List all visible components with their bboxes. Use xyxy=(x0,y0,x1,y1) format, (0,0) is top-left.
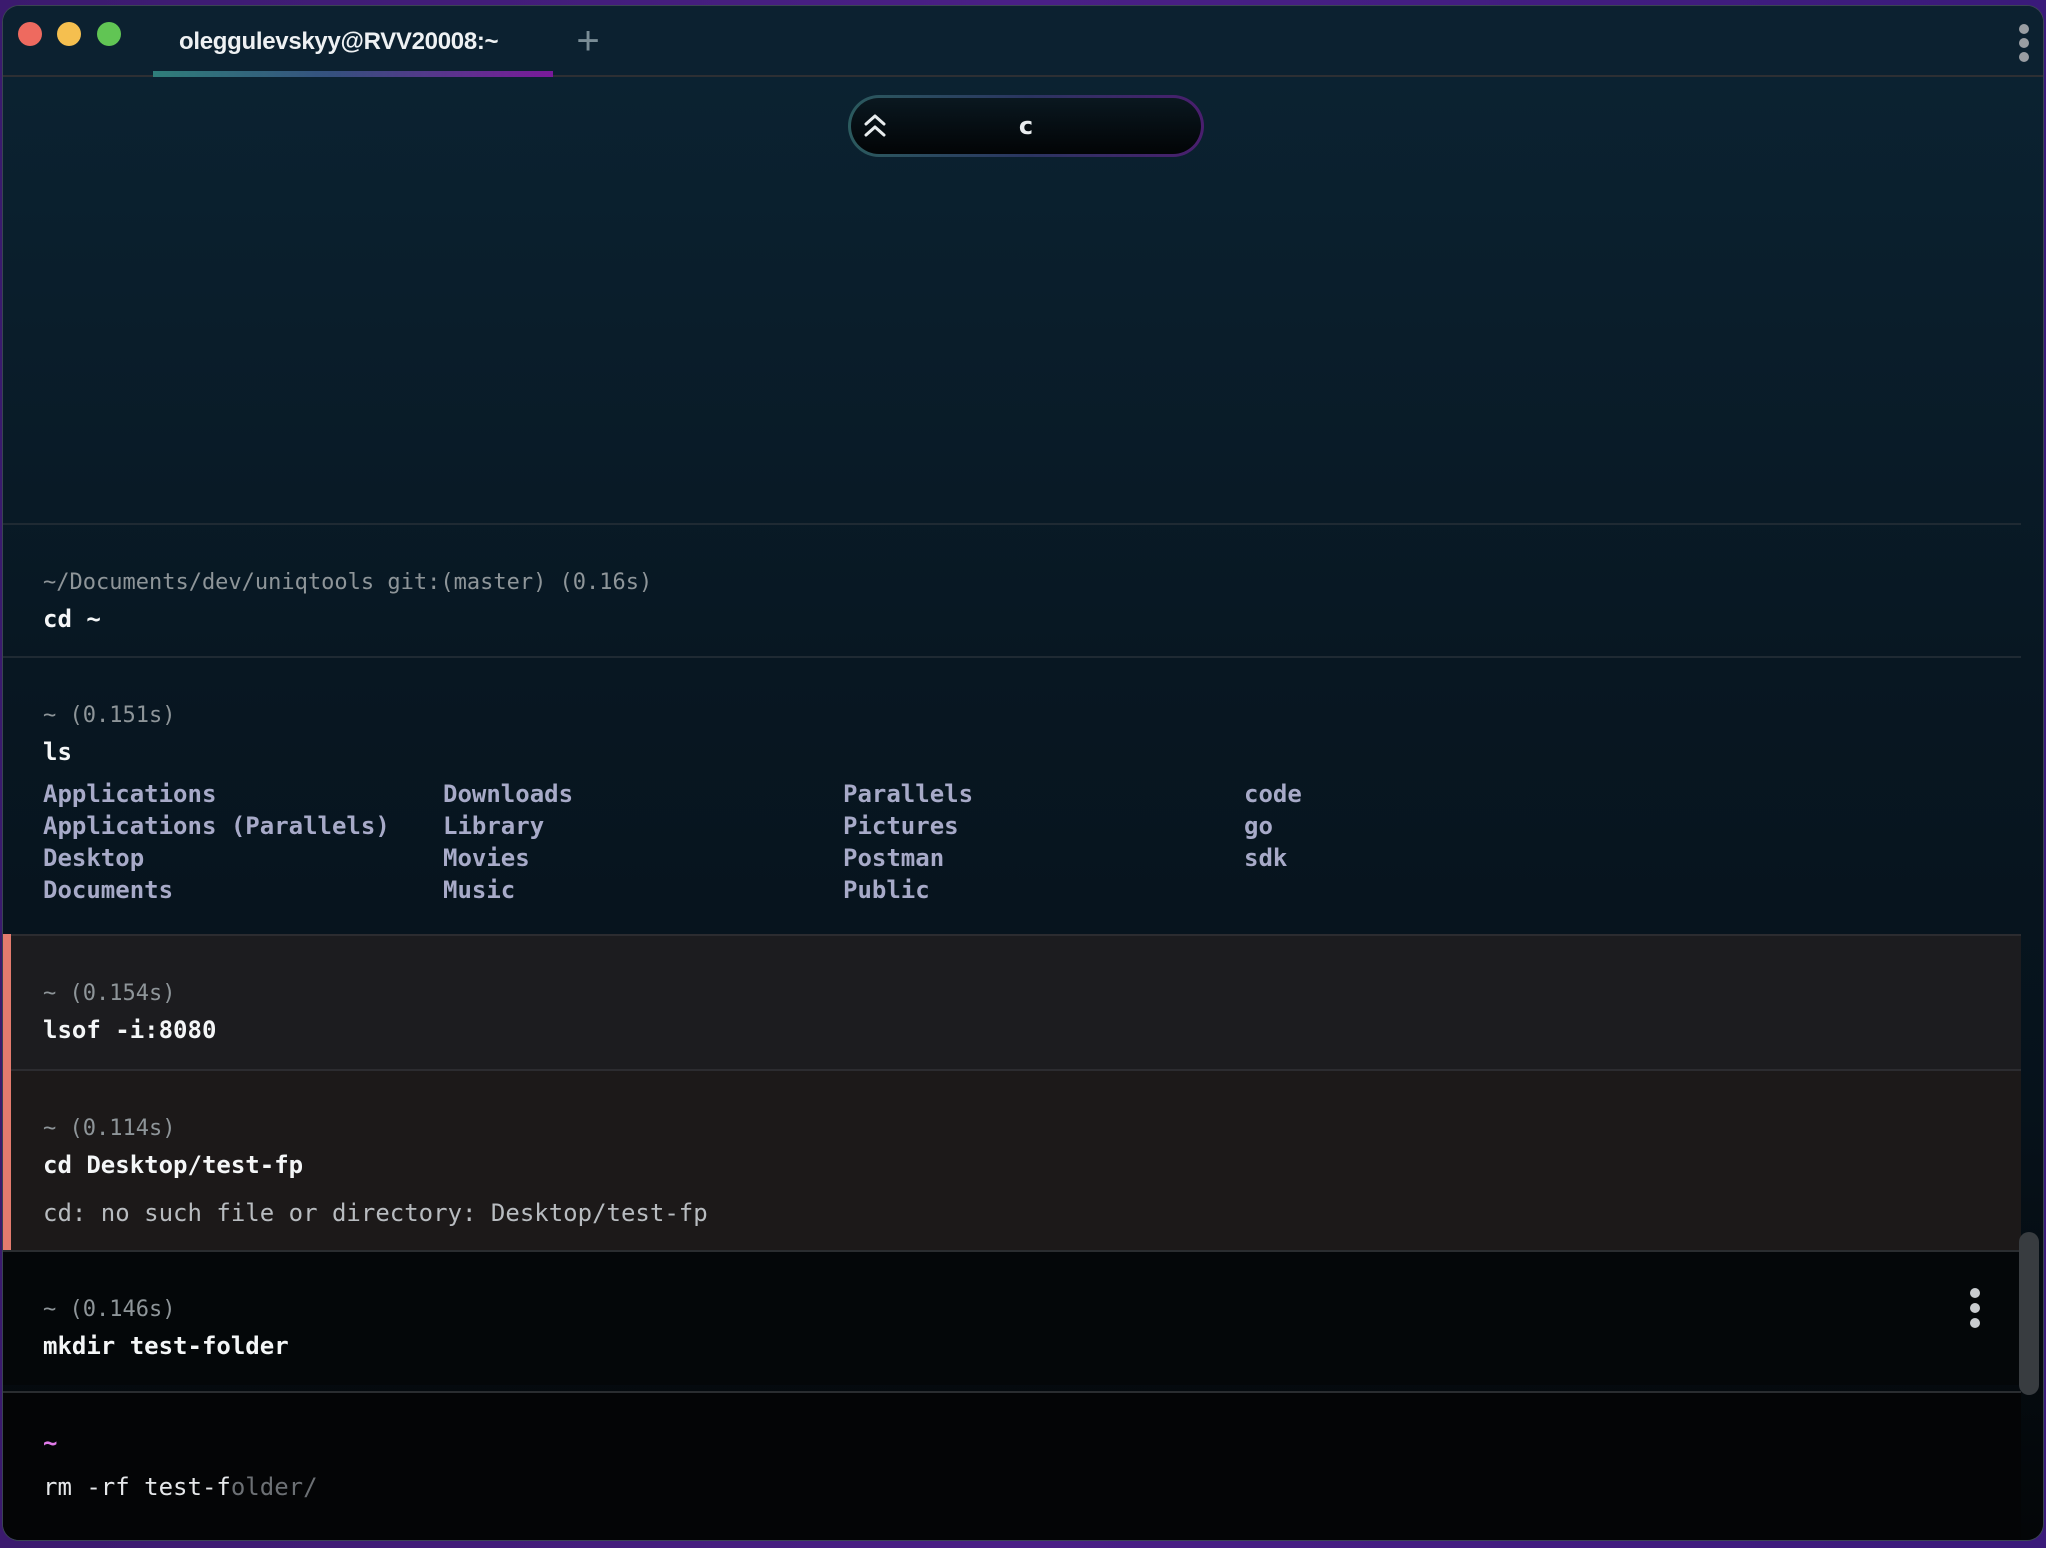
block-header: ~ (0.154s) xyxy=(43,981,176,1006)
tab-title: oleggulevskyy@RVV20008:~ xyxy=(179,28,499,55)
ls-column: Parallels Pictures Postman Public xyxy=(843,778,1244,906)
title-bar: oleggulevskyy@RVV20008:~ + xyxy=(3,6,2043,77)
block-command: lsof -i:8080 xyxy=(43,1016,217,1044)
sticky-command-text: c xyxy=(1018,112,1034,140)
zoom-window-button[interactable] xyxy=(97,22,121,46)
tab-active[interactable]: oleggulevskyy@RVV20008:~ xyxy=(153,6,553,77)
command-input[interactable]: ~ rm -rf test-folder/ xyxy=(3,1391,2021,1540)
ls-item: Parallels xyxy=(843,780,974,808)
ls-item: Applications (Parallels) xyxy=(43,812,390,840)
command-block-error[interactable]: ~ (0.114s) cd Desktop/test-fp cd: no suc… xyxy=(3,1069,2021,1250)
prompt-path: ~ xyxy=(43,1429,58,1457)
ls-item: Music xyxy=(443,876,516,904)
sticky-command-header[interactable]: c xyxy=(848,95,1204,157)
ls-output: Applications Applications (Parallels) De… xyxy=(43,778,2021,906)
block-header: ~ (0.151s) xyxy=(43,703,176,728)
ls-item: Applications xyxy=(43,780,217,808)
block-menu-button[interactable] xyxy=(1969,1288,1981,1333)
command-input-field[interactable]: rm -rf test-folder/ xyxy=(43,1473,318,1501)
minimize-window-button[interactable] xyxy=(57,22,81,46)
ls-item: Movies xyxy=(443,844,530,872)
block-header: ~ (0.146s) xyxy=(43,1297,176,1322)
command-blocks: ~/Documents/dev/uniqtools git:(master) (… xyxy=(3,523,2021,1385)
scrollbar-thumb[interactable] xyxy=(2019,1232,2039,1395)
plus-icon: + xyxy=(576,19,600,63)
kebab-menu-icon xyxy=(2017,24,2031,62)
command-block[interactable]: ~ (0.151s) ls Applications Applications … xyxy=(3,656,2021,934)
block-command: cd ~ xyxy=(43,605,101,633)
block-command: cd Desktop/test-fp xyxy=(43,1151,304,1179)
ls-column: Applications Applications (Parallels) De… xyxy=(43,778,443,906)
block-command: ls xyxy=(43,738,72,766)
new-tab-button[interactable]: + xyxy=(571,21,605,61)
block-header: ~/Documents/dev/uniqtools git:(master) (… xyxy=(43,570,653,595)
kebab-menu-icon xyxy=(1969,1288,1981,1328)
ls-column: Downloads Library Movies Music xyxy=(443,778,843,906)
ls-column: code go sdk xyxy=(1244,778,1544,906)
command-block[interactable]: ~ (0.146s) mkdir test-folder xyxy=(3,1250,2021,1385)
ls-item: Postman xyxy=(843,844,945,872)
terminal-content: c ~/Documents/dev/uniqtools git:(master)… xyxy=(3,77,2043,1540)
command-block[interactable]: ~/Documents/dev/uniqtools git:(master) (… xyxy=(3,523,2021,656)
ls-item: Public xyxy=(843,876,930,904)
typed-text: rm -rf test-f xyxy=(43,1473,231,1501)
ls-item: go xyxy=(1244,812,1273,840)
terminal-window: oleggulevskyy@RVV20008:~ + c ~/Documents… xyxy=(3,6,2043,1540)
ls-item: sdk xyxy=(1244,844,1288,872)
close-window-button[interactable] xyxy=(18,22,42,46)
ls-item: Downloads xyxy=(443,780,574,808)
ls-item: Library xyxy=(443,812,545,840)
command-block-error[interactable]: ~ (0.154s) lsof -i:8080 xyxy=(3,934,2021,1069)
ls-item: Pictures xyxy=(843,812,959,840)
block-command: mkdir test-folder xyxy=(43,1332,289,1360)
ls-item: code xyxy=(1244,780,1302,808)
autosuggestion: older/ xyxy=(230,1473,318,1501)
block-output: cd: no such file or directory: Desktop/t… xyxy=(43,1199,708,1227)
ls-item: Desktop xyxy=(43,844,145,872)
block-header: ~ (0.114s) xyxy=(43,1116,176,1141)
window-menu-button[interactable] xyxy=(2017,24,2031,64)
ls-item: Documents xyxy=(43,876,174,904)
